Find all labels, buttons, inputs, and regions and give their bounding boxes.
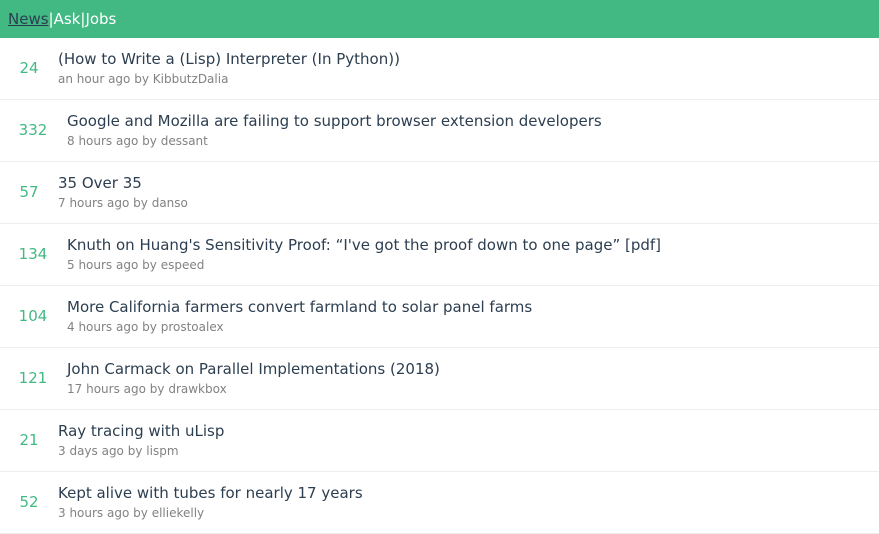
story-item: 332 Google and Mozilla are failing to su… (0, 100, 879, 162)
story-meta: 5 hours ago by espeed (67, 256, 661, 274)
story-time: 17 hours ago (67, 382, 146, 396)
story-by-label: by (133, 506, 148, 520)
story-title-link[interactable]: John Carmack on Parallel Implementations… (67, 358, 440, 380)
story-meta: 3 hours ago by elliekelly (58, 504, 363, 522)
story-time: 8 hours ago (67, 134, 139, 148)
story-score: 57 (19, 183, 39, 201)
story-title-link[interactable]: 35 Over 35 (58, 172, 188, 194)
story-user-link[interactable]: KibbutzDalia (153, 72, 229, 86)
story-score: 24 (19, 59, 39, 77)
story-meta: 8 hours ago by dessant (67, 132, 602, 150)
story-user-link[interactable]: espeed (161, 258, 205, 272)
story-title-link[interactable]: Knuth on Huang's Sensitivity Proof: “I'v… (67, 234, 661, 256)
story-title-link[interactable]: Google and Mozilla are failing to suppor… (67, 110, 602, 132)
story-item: 24 (How to Write a (Lisp) Interpreter (I… (0, 38, 879, 100)
story-item: 57 35 Over 35 7 hours ago by danso (0, 162, 879, 224)
story-user-link[interactable]: elliekelly (152, 506, 204, 520)
story-score: 121 (18, 369, 48, 387)
story-user-link[interactable]: lispm (146, 444, 178, 458)
nav-ask-link[interactable]: Ask (54, 10, 81, 28)
nav-news-link[interactable]: News (8, 10, 49, 28)
story-item: 121 John Carmack on Parallel Implementat… (0, 348, 879, 410)
story-time: 7 hours ago (58, 196, 130, 210)
nav-jobs-link[interactable]: Jobs (85, 10, 116, 28)
story-item: 52 Kept alive with tubes for nearly 17 y… (0, 472, 879, 534)
story-list: 24 (How to Write a (Lisp) Interpreter (I… (0, 38, 879, 534)
story-meta: 17 hours ago by drawkbox (67, 380, 440, 398)
story-by-label: by (134, 72, 149, 86)
story-title-link[interactable]: More California farmers convert farmland… (67, 296, 532, 318)
story-user-link[interactable]: drawkbox (168, 382, 226, 396)
story-item: 104 More California farmers convert farm… (0, 286, 879, 348)
story-user-link[interactable]: prostoalex (161, 320, 224, 334)
story-item: 21 Ray tracing with uLisp 3 days ago by … (0, 410, 879, 472)
story-by-label: by (142, 258, 157, 272)
story-user-link[interactable]: dessant (161, 134, 208, 148)
story-score: 21 (19, 431, 39, 449)
story-meta: 3 days ago by lispm (58, 442, 224, 460)
story-score: 332 (18, 121, 48, 139)
story-score: 104 (18, 307, 48, 325)
story-title-link[interactable]: Kept alive with tubes for nearly 17 year… (58, 482, 363, 504)
story-by-label: by (142, 320, 157, 334)
story-time: 3 hours ago (58, 506, 130, 520)
story-title-link[interactable]: (How to Write a (Lisp) Interpreter (In P… (58, 48, 400, 70)
story-meta: 4 hours ago by prostoalex (67, 318, 532, 336)
story-score: 134 (18, 245, 48, 263)
story-by-label: by (149, 382, 165, 396)
story-item: 134 Knuth on Huang's Sensitivity Proof: … (0, 224, 879, 286)
story-meta: an hour ago by KibbutzDalia (58, 70, 400, 88)
story-score: 52 (19, 493, 39, 511)
top-nav-bar: News | Ask | Jobs (0, 0, 879, 38)
story-time: an hour ago (58, 72, 131, 86)
story-meta: 7 hours ago by danso (58, 194, 188, 212)
story-by-label: by (133, 196, 148, 210)
story-by-label: by (127, 444, 143, 458)
story-by-label: by (142, 134, 157, 148)
story-time: 3 days ago (58, 444, 124, 458)
story-time: 4 hours ago (67, 320, 139, 334)
story-title-link[interactable]: Ray tracing with uLisp (58, 420, 224, 442)
story-time: 5 hours ago (67, 258, 139, 272)
story-user-link[interactable]: danso (152, 196, 188, 210)
